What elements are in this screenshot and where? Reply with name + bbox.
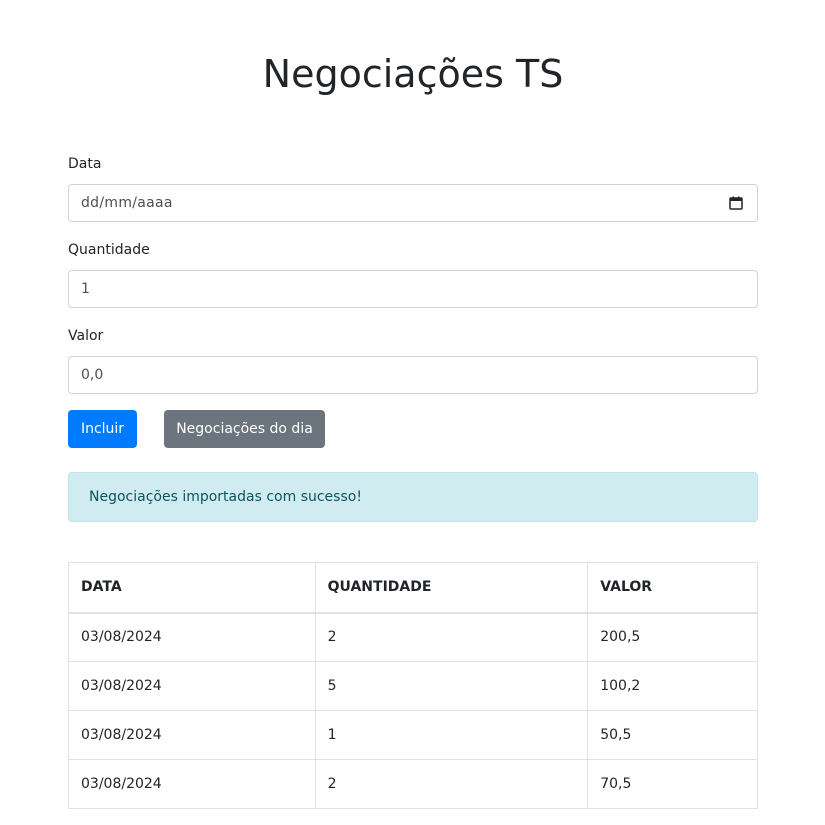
success-alert: Negociações importadas com sucesso! — [68, 472, 758, 522]
header-data: DATA — [68, 562, 316, 614]
negociacoes-table: DATA QUANTIDADE VALOR 03/08/2024 2 200,5… — [68, 562, 758, 809]
calendar-icon[interactable] — [729, 196, 743, 210]
header-valor: VALOR — [587, 562, 758, 614]
negociacoes-do-dia-button[interactable]: Negociações do dia — [164, 410, 325, 448]
cell-quantidade: 5 — [314, 661, 589, 711]
cell-valor: 50,5 — [587, 710, 758, 760]
cell-quantidade: 2 — [314, 759, 589, 809]
quantidade-input-value: 1 — [81, 281, 90, 297]
table-row: 03/08/2024 2 200,5 — [68, 612, 758, 662]
cell-valor: 100,2 — [587, 661, 758, 711]
page-title: Negociações TS — [262, 52, 564, 96]
cell-quantidade: 2 — [314, 612, 589, 662]
cell-valor: 200,5 — [587, 612, 758, 662]
table-header-row: DATA QUANTIDADE VALOR — [68, 562, 758, 614]
incluir-button[interactable]: Incluir — [68, 410, 137, 448]
table-row: 03/08/2024 5 100,2 — [68, 661, 758, 711]
valor-label: Valor — [68, 328, 104, 344]
quantidade-label: Quantidade — [68, 242, 150, 258]
header-quantidade: QUANTIDADE — [314, 562, 589, 614]
cell-data: 03/08/2024 — [68, 661, 316, 711]
data-label: Data — [68, 156, 102, 172]
cell-data: 03/08/2024 — [68, 710, 316, 760]
table-row: 03/08/2024 2 70,5 — [68, 759, 758, 809]
table-row: 03/08/2024 1 50,5 — [68, 710, 758, 760]
quantidade-input[interactable]: 1 — [68, 270, 758, 308]
cell-quantidade: 1 — [314, 710, 589, 760]
cell-data: 03/08/2024 — [68, 759, 316, 809]
alert-message: Negociações importadas com sucesso! — [89, 489, 362, 505]
date-input-placeholder: dd/mm/aaaa — [81, 195, 173, 211]
valor-input-value: 0,0 — [81, 367, 104, 383]
valor-input[interactable]: 0,0 — [68, 356, 758, 394]
date-input[interactable]: dd/mm/aaaa — [68, 184, 758, 222]
cell-valor: 70,5 — [587, 759, 758, 809]
cell-data: 03/08/2024 — [68, 612, 316, 662]
